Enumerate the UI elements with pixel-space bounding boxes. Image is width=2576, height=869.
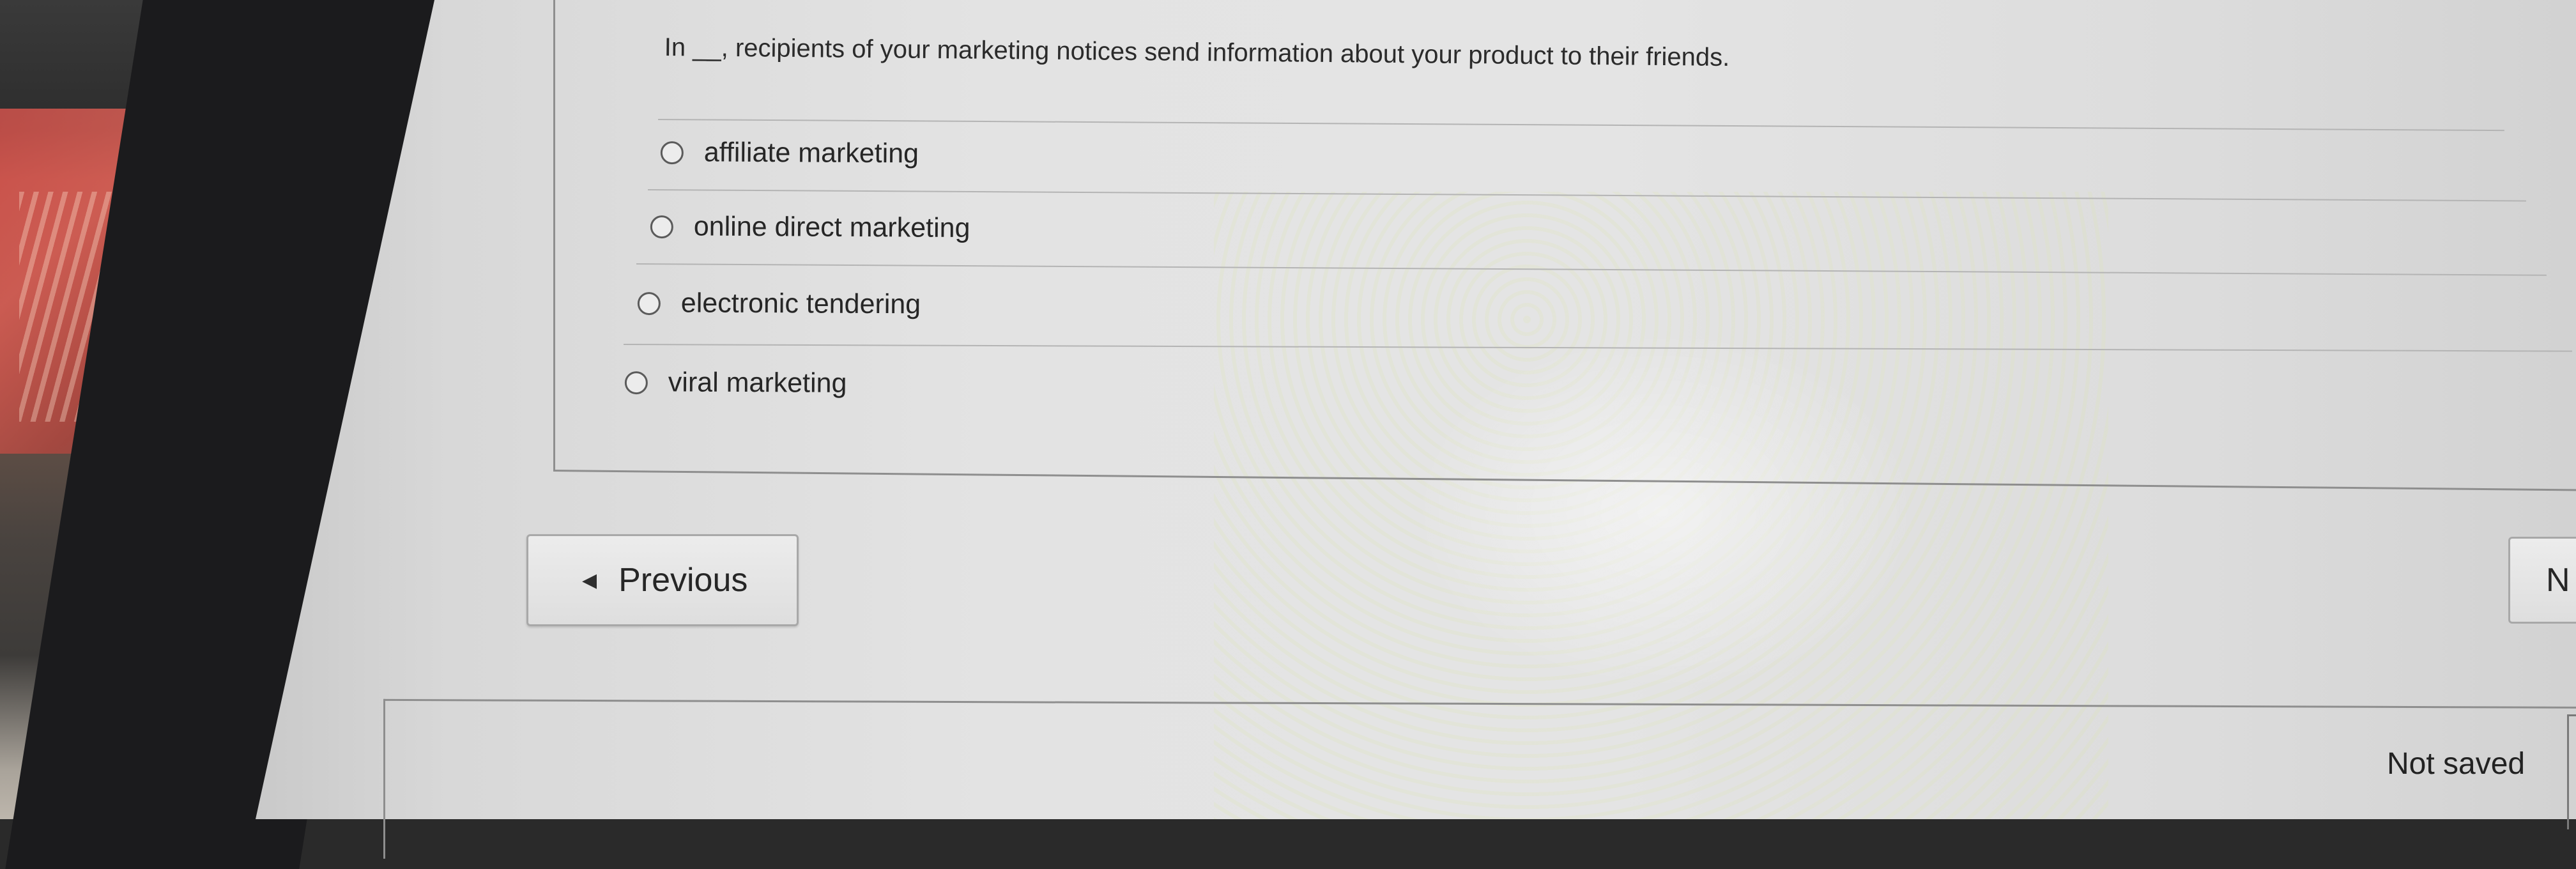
option-label: online direct marketing [693,211,970,244]
radio-button[interactable] [660,141,684,164]
answer-option-online-direct-marketing[interactable]: online direct marketing [650,211,970,244]
status-panel-edge [2567,714,2576,829]
save-status: Not saved [2387,747,2526,781]
caret-left-icon: ◀ [582,569,597,591]
option-label: affiliate marketing [703,137,919,169]
answer-option-affiliate-marketing[interactable]: affiliate marketing [660,137,919,169]
radio-button[interactable] [637,291,661,315]
option-label: viral marketing [668,367,847,399]
previous-button[interactable]: ◀ Previous [526,534,799,626]
next-button[interactable]: N [2508,537,2576,624]
next-button-label: N [2546,562,2570,599]
status-panel [383,698,2576,867]
question-card [553,0,2576,491]
answer-option-viral-marketing[interactable]: viral marketing [624,367,847,399]
previous-button-label: Previous [618,562,748,599]
answer-option-electronic-tendering[interactable]: electronic tendering [637,288,921,320]
option-label: electronic tendering [680,288,921,320]
radio-button[interactable] [650,215,673,238]
radio-button[interactable] [624,371,648,394]
